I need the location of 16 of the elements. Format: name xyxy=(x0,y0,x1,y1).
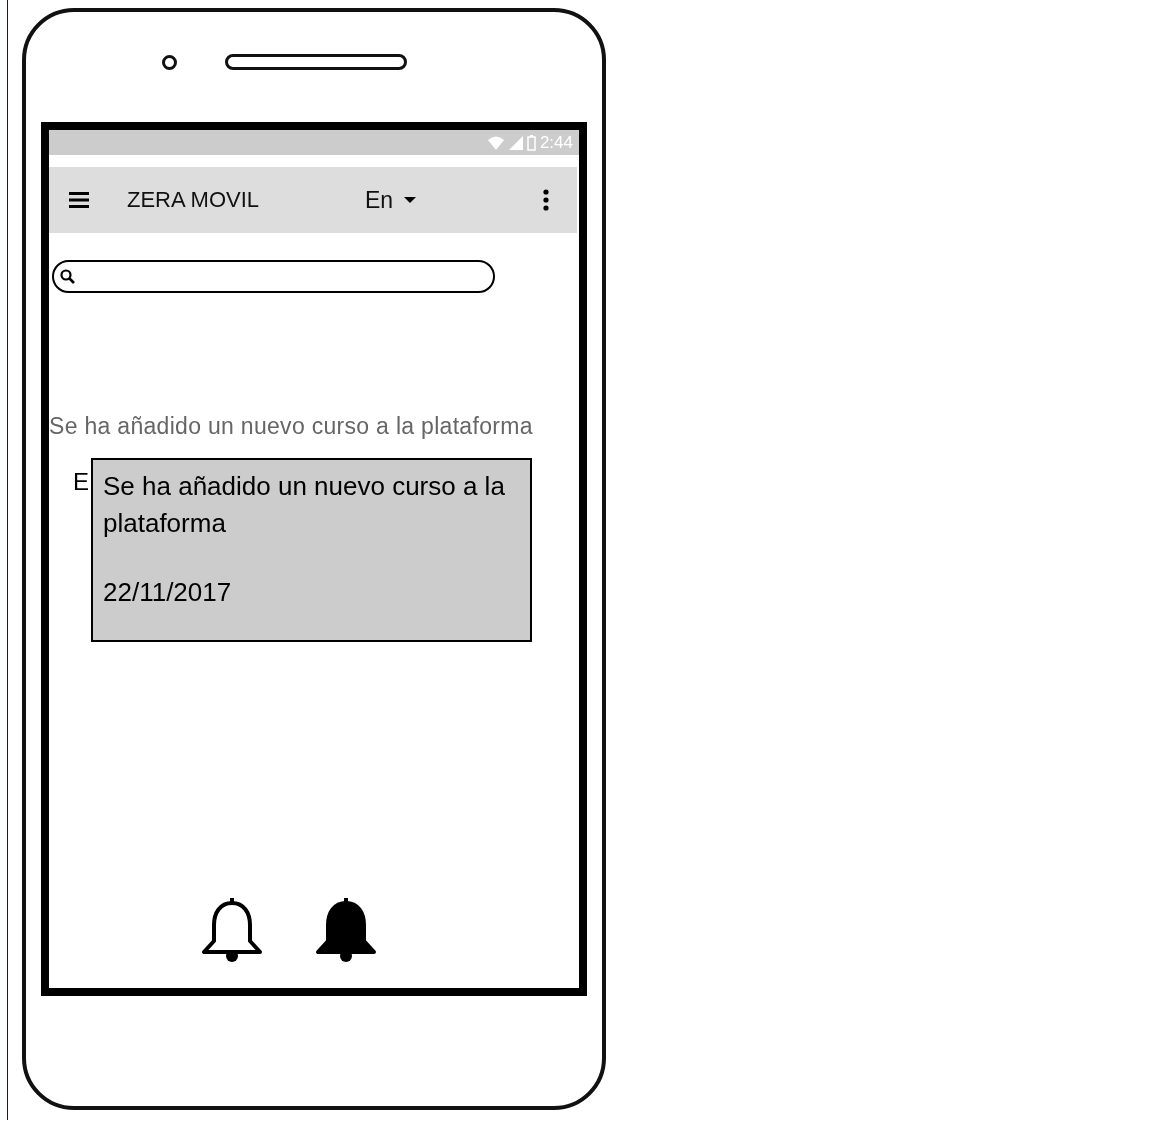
camera-icon xyxy=(162,55,177,70)
menu-icon[interactable] xyxy=(69,191,89,209)
app-title: ZERA MOVIL xyxy=(127,187,261,213)
battery-icon xyxy=(526,134,536,151)
search-field[interactable] xyxy=(52,260,495,293)
speaker-icon xyxy=(225,54,407,70)
signal-icon xyxy=(508,135,523,150)
search-icon xyxy=(60,268,76,285)
notification-text: Se ha añadido un nuevo curso a la plataforma xyxy=(49,413,534,440)
caret-icon xyxy=(403,196,418,204)
more-icon[interactable] xyxy=(543,189,549,211)
list-item-text: E xyxy=(73,468,89,496)
language-dropdown[interactable]: En xyxy=(365,186,418,214)
wifi-icon xyxy=(486,134,505,151)
popup-message: Se ha añadido un nuevo curso a la plataforma xyxy=(103,470,506,540)
popup-date: 22/11/2017 xyxy=(103,577,233,608)
